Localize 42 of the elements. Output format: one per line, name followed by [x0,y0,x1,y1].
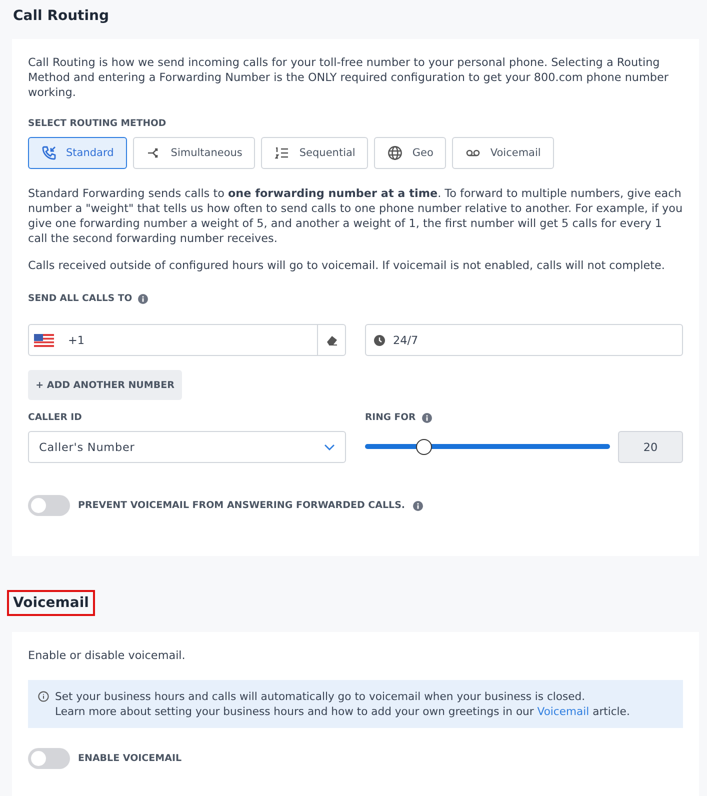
caller-id-label: CALLER ID [28,412,83,423]
eraser-icon[interactable] [326,334,338,346]
routing-method-tab[interactable]: Geo [374,137,446,169]
slider-thumb[interactable] [416,439,432,455]
info-text: Learn more about setting your business hours and how to add your own greetings in our Voicemail article. [55,704,630,719]
toggle-label: ENABLE VOICEMAIL [78,753,182,764]
caller-id-select[interactable]: Caller's Number [28,431,346,463]
info-icon [413,500,424,510]
toggle-switch[interactable] [28,748,70,769]
phone-value: +1 [68,334,86,346]
routing-method-tab[interactable]: Sequential [261,137,368,169]
phone-number-field[interactable]: +1 [28,324,346,356]
section-title: Voicemail [7,590,95,616]
section-title: Call Routing [12,7,110,26]
info-text: Set your business hours and calls will automatically go to voicemail when your business is closed. [55,689,586,704]
send-calls-label: SEND ALL CALLS TO [28,293,132,304]
globe-icon [387,145,404,161]
flag-icon [34,334,54,346]
chevron-down-icon [324,444,335,450]
add-number-button[interactable]: + ADD ANOTHER NUMBER [28,370,182,400]
numbered-list-icon [274,145,290,161]
info-icon [422,412,432,422]
clock-icon [374,334,385,346]
info-icon [138,294,148,304]
toggle-label: PREVENT VOICEMAIL FROM ANSWERING FORWARDED CALLS. [78,500,406,511]
ring-for-label: RING FOR [365,412,416,423]
routing-method-label: SELECT ROUTING METHOD [28,118,168,129]
note-text: Calls received outside of configured hours will go to voicemail. If voicemail is not enabled, calls will not complete. [28,258,666,273]
voicemail-link[interactable]: Voicemail [537,705,590,718]
routing-method-tab[interactable]: Voicemail [452,137,554,169]
hours-field[interactable]: 24/7 [365,324,683,356]
ring-slider-track[interactable] [365,438,610,456]
routing-method-tab[interactable]: Simultaneous [132,137,256,169]
intro-text: Call Routing is how we send incoming calls for your toll-free number to your personal phone. Selecting a Routing Method and entering a Forwarding Number is the ONLY required configuration to get your 800.com phone number working. [28,55,670,100]
info-icon [38,691,49,702]
phone-icon [41,145,57,161]
intro-text: Enable or disable voicemail. [28,648,186,663]
toggle-switch[interactable] [28,495,70,516]
ring-value-field[interactable]: 20 [618,431,683,463]
description-text: Standard Forwarding sends calls to one forwarding number at a time. To forward to multiple numbers, give each number a "weight" that tells us how often to send calls to one phone number relative to another. For example, if you give one forwarding number a weight of 5, and another a weight of 1, the first number will get 5 calls for every 1 call the second forwarding number receives. [28,186,683,246]
routing-method-tab[interactable]: Standard [28,137,127,169]
hours-value: 24/7 [393,334,418,346]
